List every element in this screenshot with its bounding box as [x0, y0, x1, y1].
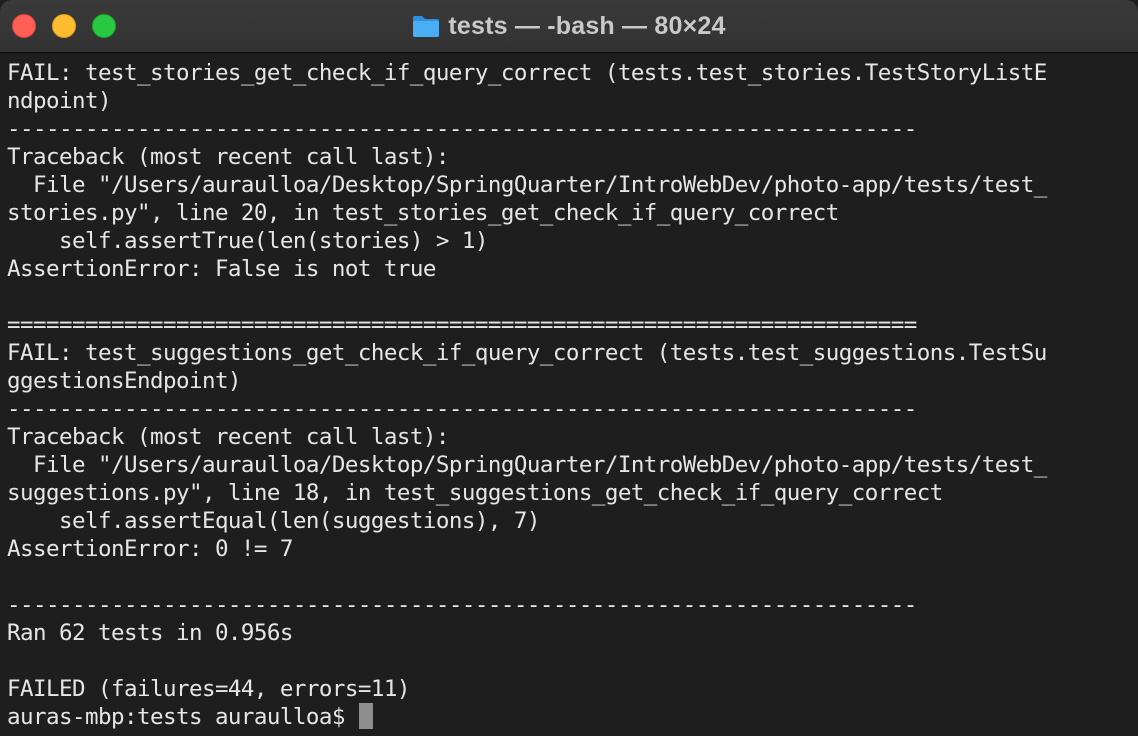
- terminal-line: File "/Users/auraulloa/Desktop/SpringQua…: [7, 172, 1047, 198]
- terminal-line: ========================================…: [7, 312, 917, 338]
- window-title-group: tests — -bash — 80×24: [0, 0, 1138, 52]
- terminal-line: ----------------------------------------…: [7, 592, 917, 618]
- terminal-line: Traceback (most recent call last):: [7, 424, 449, 450]
- terminal-line: ndpoint): [7, 88, 112, 114]
- terminal-line: Traceback (most recent call last):: [7, 144, 449, 170]
- text-cursor: [358, 703, 373, 729]
- terminal-line: File "/Users/auraulloa/Desktop/SpringQua…: [7, 452, 1047, 478]
- prompt-line[interactable]: auras-mbp:tests auraulloa$: [7, 703, 1138, 731]
- terminal-output[interactable]: FAIL: test_stories_get_check_if_query_co…: [0, 53, 1138, 736]
- shell-prompt: auras-mbp:tests auraulloa$: [7, 704, 358, 730]
- zoom-button[interactable]: [92, 14, 116, 38]
- terminal-line: AssertionError: 0 != 7: [7, 536, 293, 562]
- terminal-line: suggestions.py", line 18, in test_sugges…: [7, 480, 943, 506]
- terminal-line: FAILED (failures=44, errors=11): [7, 676, 410, 702]
- terminal-line: ----------------------------------------…: [7, 396, 917, 422]
- terminal-line: self.assertEqual(len(suggestions), 7): [7, 508, 540, 534]
- title-bar[interactable]: tests — -bash — 80×24: [0, 0, 1138, 53]
- terminal-window: tests — -bash — 80×24 FAIL: test_stories…: [0, 0, 1138, 736]
- close-button[interactable]: [12, 14, 36, 38]
- terminal-line: self.assertTrue(len(stories) > 1): [7, 228, 488, 254]
- terminal-line: FAIL: test_stories_get_check_if_query_co…: [7, 60, 1047, 86]
- terminal-line: Ran 62 tests in 0.956s: [7, 620, 293, 646]
- terminal-line: AssertionError: False is not true: [7, 256, 436, 282]
- minimize-button[interactable]: [52, 14, 76, 38]
- terminal-line: FAIL: test_suggestions_get_check_if_quer…: [7, 340, 1047, 366]
- terminal-line: stories.py", line 20, in test_stories_ge…: [7, 200, 839, 226]
- window-title: tests — -bash — 80×24: [448, 11, 726, 40]
- terminal-line: ----------------------------------------…: [7, 116, 917, 142]
- folder-icon: [412, 14, 440, 38]
- terminal-line: ggestionsEndpoint): [7, 368, 241, 394]
